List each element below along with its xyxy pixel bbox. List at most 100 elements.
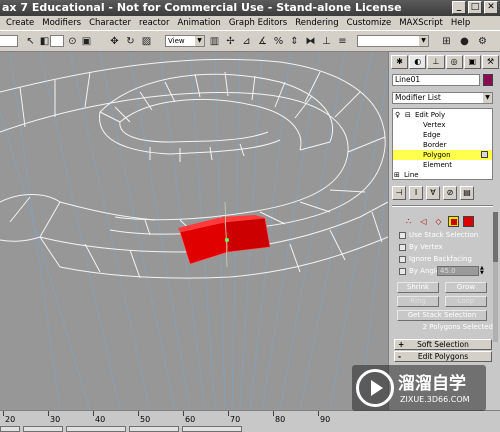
border-level-icon[interactable]: ◇ — [433, 216, 444, 227]
rotate-icon[interactable]: ↻ — [124, 35, 137, 48]
panel-scrollbar[interactable] — [493, 212, 498, 342]
menu-reactor[interactable]: reactor — [135, 16, 173, 30]
modify-tab-icon[interactable]: ◐ — [409, 55, 427, 69]
vertex-level-icon[interactable]: ∴ — [403, 216, 414, 227]
lightbulb-icon[interactable]: ♀ — [395, 111, 402, 119]
ignore-backfacing-checkbox[interactable]: Ignore Backfacing — [399, 254, 472, 264]
align-icon[interactable]: ⊥ — [320, 35, 333, 48]
stack-item-vertex-label: Vertex — [423, 121, 446, 129]
display-tab-icon[interactable]: ▣ — [463, 55, 481, 69]
make-unique-icon[interactable]: ∀ — [426, 186, 440, 200]
angle-spinner-arrows[interactable]: ▲ ▼ — [480, 266, 486, 276]
by-angle-checkbox[interactable]: By Angle — [399, 266, 440, 276]
scrollbar-thumb[interactable] — [493, 212, 498, 262]
selected-polygons — [178, 215, 271, 265]
shrink-button[interactable]: Shrink — [397, 282, 439, 293]
move-icon[interactable]: ✥ — [108, 35, 121, 48]
object-name-field[interactable]: Line01 — [392, 74, 480, 86]
expand-plus-icon[interactable]: ⊞ — [394, 170, 400, 180]
maximize-button[interactable]: □ — [468, 1, 482, 14]
menu-rendering[interactable]: Rendering — [291, 16, 342, 30]
utilities-tab-icon[interactable]: ⚒ — [481, 55, 500, 69]
selection-filter-field[interactable] — [0, 35, 18, 47]
stack-item-line[interactable]: ⊞ Line — [392, 170, 493, 180]
max-window: ax 7 Educational - Not for Commercial Us… — [0, 0, 500, 432]
stack-item-vertex[interactable]: Vertex — [393, 120, 492, 130]
perspective-viewport[interactable] — [0, 52, 388, 410]
stack-item-line-label: Line — [404, 171, 419, 179]
stack-item-element[interactable]: Element — [393, 160, 492, 170]
ring-button[interactable]: Ring — [397, 296, 439, 307]
ruler-label: 50 — [140, 415, 151, 424]
material-editor-icon[interactable]: ● — [458, 35, 471, 48]
configure-modifier-sets-icon[interactable]: ▤ — [460, 186, 474, 200]
rollout-plus-sign: + — [398, 340, 405, 349]
motion-tab-icon[interactable]: ◎ — [445, 55, 463, 69]
ruler-tick — [48, 411, 49, 416]
snap-toggle-icon[interactable]: ⊿ — [240, 35, 253, 48]
spinner-snap-icon[interactable]: ⇕ — [288, 35, 301, 48]
menu-help[interactable]: Help — [447, 16, 474, 30]
viewport-scene — [0, 52, 388, 410]
stack-item-polygon[interactable]: Polygon — [393, 150, 492, 160]
pin-stack-icon[interactable]: ⊣ — [392, 186, 406, 200]
modifier-list-select[interactable]: Modifier List ▼ — [392, 92, 493, 104]
soft-selection-rollout[interactable]: + Soft Selection — [394, 339, 492, 350]
loop-button[interactable]: Loop — [445, 296, 487, 307]
menu-maxscript[interactable]: MAXScript — [395, 16, 447, 30]
edit-polygons-rollout[interactable]: - Edit Polygons — [394, 351, 492, 362]
element-level-icon[interactable] — [463, 215, 474, 227]
render-scene-icon[interactable]: ⚙ — [476, 35, 489, 48]
curve-editor-icon[interactable]: ⊞ — [440, 35, 453, 48]
expand-minus-icon[interactable]: ⊟ — [405, 110, 411, 120]
soft-selection-label: Soft Selection — [417, 340, 469, 349]
select-and-move-icon[interactable]: ⊙ — [66, 35, 79, 48]
by-vertex-checkbox[interactable]: By Vertex — [399, 242, 443, 252]
stack-item-border[interactable]: Border — [393, 140, 492, 150]
ruler-tick — [3, 411, 4, 416]
angle-spinner-field[interactable]: 45.0 — [437, 266, 479, 276]
ruler-label: 30 — [50, 415, 61, 424]
menu-graph-editors[interactable]: Graph Editors — [225, 16, 291, 30]
remove-modifier-icon[interactable]: ⊘ — [443, 186, 457, 200]
status-field[interactable] — [129, 426, 179, 432]
named-selection-set-select[interactable]: ▼ — [357, 35, 429, 47]
close-button[interactable]: ✕ — [484, 1, 498, 14]
stack-item-border-label: Border — [423, 141, 447, 149]
status-field[interactable] — [23, 426, 63, 432]
menu-animation[interactable]: Animation — [173, 16, 224, 30]
reference-coordinate-select[interactable]: View ▼ — [165, 35, 205, 47]
use-stack-selection-checkbox[interactable]: Use Stack Selection — [399, 230, 478, 240]
stack-item-edge[interactable]: Edge — [393, 130, 492, 140]
stack-item-edit-poly[interactable]: ♀ ⊟ Edit Poly — [393, 110, 492, 120]
menu-customize[interactable]: Customize — [343, 16, 396, 30]
select-by-name-field[interactable] — [50, 35, 64, 47]
pivot-center-icon[interactable]: ▥ — [208, 35, 221, 48]
checkbox-box — [399, 255, 406, 263]
window-crossing-icon[interactable]: ▣ — [80, 35, 93, 48]
get-stack-selection-button[interactable]: Get Stack Selection — [397, 310, 487, 321]
menu-modifiers[interactable]: Modifiers — [38, 16, 85, 30]
create-tab-icon[interactable]: ✱ — [391, 55, 409, 69]
angle-snap-icon[interactable]: ∡ — [256, 35, 269, 48]
stack-buttons: ⊣ I ∀ ⊘ ▤ — [392, 185, 493, 201]
grow-button[interactable]: Grow — [445, 282, 487, 293]
percent-snap-icon[interactable]: % — [272, 35, 285, 48]
hierarchy-tab-icon[interactable]: ⊥ — [427, 55, 445, 69]
object-color-swatch[interactable] — [483, 74, 493, 86]
mirror-icon[interactable]: ⧓ — [304, 35, 317, 48]
minimize-button[interactable]: _ — [452, 1, 466, 14]
status-field[interactable] — [0, 426, 20, 432]
layer-manager-icon[interactable]: ≡ — [336, 35, 349, 48]
status-field[interactable] — [66, 426, 126, 432]
menu-bar: Create Modifiers Character reactor Anima… — [0, 16, 500, 30]
select-manipulate-icon[interactable]: ✢ — [224, 35, 237, 48]
menu-create[interactable]: Create — [2, 16, 38, 30]
select-arrow-icon[interactable]: ↖ — [24, 35, 37, 48]
edge-level-icon[interactable]: ◁ — [418, 216, 429, 227]
show-end-result-icon[interactable]: I — [409, 186, 423, 200]
polygon-level-icon[interactable] — [448, 215, 459, 227]
scale-icon[interactable]: ▨ — [140, 35, 153, 48]
status-field[interactable] — [182, 426, 242, 432]
menu-character[interactable]: Character — [85, 16, 135, 30]
